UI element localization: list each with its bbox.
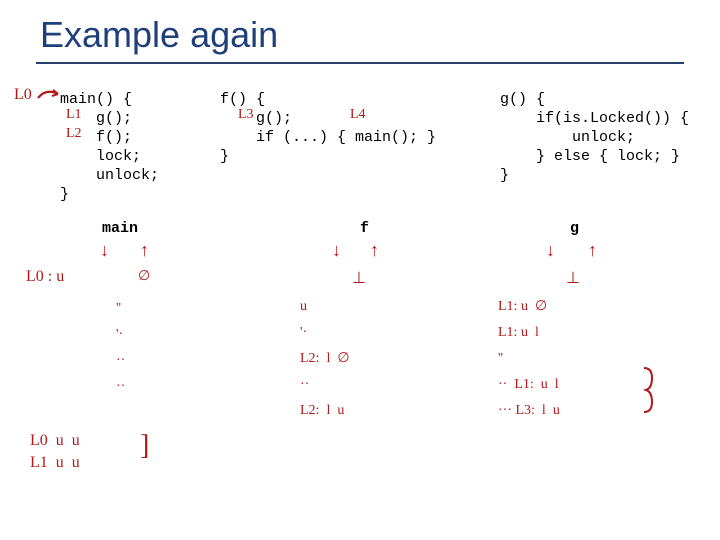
hand-bracket-icon: ]	[140, 430, 149, 462]
hand-arrow-curve-icon	[36, 86, 62, 104]
hand-main-zero: ∅	[138, 268, 150, 285]
title-underline	[36, 62, 684, 64]
hand-main-l0-row: L0 : u	[26, 268, 64, 286]
up-arrow-icon: ↑	[370, 240, 379, 261]
hand-main-dots: '' '· ·· ··	[116, 296, 125, 400]
up-arrow-icon: ↑	[140, 240, 149, 261]
down-arrow-icon: ↓	[332, 240, 341, 261]
hand-g-head: ⊥	[566, 268, 580, 288]
page-title: Example again	[40, 14, 278, 56]
hand-g-rows: L1: u ∅ L1: u l '' ·· L1: u l ··· L3: l …	[498, 294, 560, 424]
hand-f-rows: u '· L2: l ∅ ·· L2: l u	[300, 294, 350, 424]
hand-l1-main: L1	[66, 107, 82, 123]
hand-main-bottom-l1: L1 u u	[30, 454, 80, 472]
hand-main-bottom-l0: L0 u u	[30, 432, 80, 450]
column-header-f: f	[360, 220, 369, 237]
column-header-main: main	[102, 220, 138, 237]
slide: Example again main() { g(); f(); lock; u…	[0, 0, 720, 540]
down-arrow-icon: ↓	[100, 240, 109, 261]
down-arrow-icon: ↓	[546, 240, 555, 261]
hand-f-head: ⊥	[352, 268, 366, 288]
up-arrow-icon: ↑	[588, 240, 597, 261]
hand-l2-main: L2	[66, 126, 82, 142]
code-block-f: f() { g(); if (...) { main(); } }	[220, 90, 436, 166]
hand-brace-icon	[640, 366, 656, 414]
column-header-g: g	[570, 220, 579, 237]
hand-l3-f: L3	[238, 107, 254, 123]
hand-l0-leader: L0	[14, 86, 32, 104]
code-block-g: g() { if(is.Locked()) { unlock; } else {…	[500, 90, 689, 185]
hand-l4-f: L4	[350, 107, 366, 123]
